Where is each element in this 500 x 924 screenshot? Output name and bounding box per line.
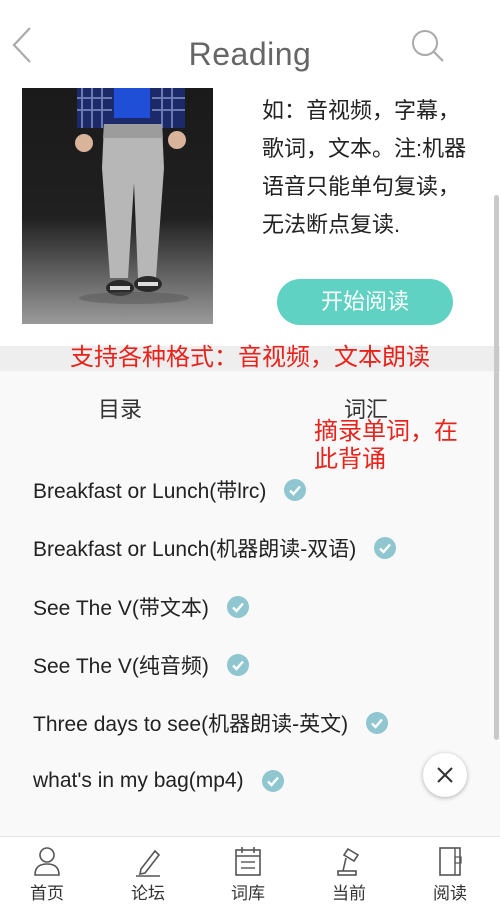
chapter-item[interactable]: Breakfast or Lunch(带lrc) bbox=[33, 475, 307, 505]
tabbar-label: 首页 bbox=[30, 884, 64, 903]
tabbar-label: 论坛 bbox=[131, 884, 165, 903]
scrollbar[interactable] bbox=[494, 195, 499, 740]
check-icon bbox=[261, 770, 284, 792]
vocab-annotation: 摘录单词，在此背诵 bbox=[314, 418, 458, 473]
chapter-title: Three days to see(机器朗读-英文) bbox=[33, 713, 349, 736]
formats-annotation: 支持各种格式：音视频，文本朗读 bbox=[70, 344, 430, 371]
tabbar-item-forum[interactable]: 论坛 bbox=[118, 845, 178, 904]
check-icon bbox=[284, 479, 307, 501]
book-description: 如：音视频，字幕，歌词，文本。注:机器语音只能单句复读，无法断点复读. bbox=[262, 98, 467, 237]
calendar-icon bbox=[235, 847, 261, 876]
search-icon[interactable] bbox=[410, 28, 446, 64]
chapter-title: See The V(纯音频) bbox=[33, 655, 209, 678]
book-cover-image bbox=[22, 88, 213, 324]
tabbar-label: 当前 bbox=[332, 884, 366, 903]
book-icon bbox=[439, 847, 462, 876]
chapter-item[interactable]: Three days to see(机器朗读-英文) bbox=[33, 708, 389, 738]
user-icon bbox=[34, 847, 60, 876]
close-button[interactable] bbox=[423, 753, 467, 797]
tabbar-label: 阅读 bbox=[433, 884, 467, 903]
tabbar-item-reading[interactable]: 阅读 bbox=[420, 845, 480, 904]
tabbar-item-current[interactable]: 当前 bbox=[319, 845, 379, 904]
header: Reading bbox=[0, 0, 500, 88]
close-icon bbox=[437, 767, 453, 783]
tabbar-item-home[interactable]: 首页 bbox=[17, 845, 77, 904]
pen-icon bbox=[136, 849, 161, 877]
lamp-icon bbox=[337, 847, 360, 876]
chapter-item[interactable]: See The V(带文本) bbox=[33, 592, 249, 622]
tab-toc[interactable]: 目录 bbox=[98, 392, 142, 424]
tabbar-label: 词库 bbox=[231, 884, 265, 903]
check-icon bbox=[226, 654, 249, 676]
bottom-tab-bar: 首页 论坛 词库 当前 阅读 bbox=[0, 836, 500, 924]
chapter-item[interactable]: Breakfast or Lunch(机器朗读-双语) bbox=[33, 533, 397, 563]
start-reading-button[interactable]: 开始阅读 bbox=[277, 279, 453, 325]
chapter-title: Breakfast or Lunch(机器朗读-双语) bbox=[33, 538, 357, 561]
chapter-title: Breakfast or Lunch(带lrc) bbox=[33, 480, 267, 503]
chapter-item[interactable]: what's in my bag(mp4) bbox=[33, 766, 284, 796]
check-icon bbox=[366, 712, 389, 734]
chapter-title: what's in my bag(mp4) bbox=[33, 769, 244, 792]
check-icon bbox=[374, 537, 397, 559]
chapter-item[interactable]: See The V(纯音频) bbox=[33, 650, 249, 680]
chapter-title: See The V(带文本) bbox=[33, 597, 209, 620]
check-icon bbox=[226, 596, 249, 618]
tabbar-item-wordbank[interactable]: 词库 bbox=[218, 845, 278, 904]
